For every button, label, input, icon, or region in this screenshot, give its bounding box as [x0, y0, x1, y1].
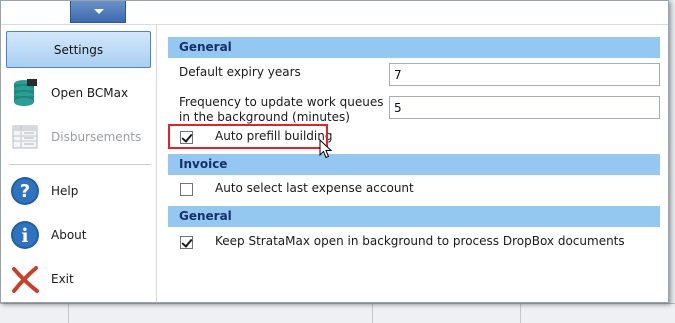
auto-select-expense-account-checkbox[interactable]	[180, 182, 193, 196]
svg-text:?: ?	[20, 181, 30, 202]
close-icon	[9, 263, 41, 295]
info-icon: i	[9, 219, 41, 251]
sidebar-item-label: About	[51, 228, 87, 242]
grid-divider	[68, 304, 69, 323]
application-menu-button[interactable]	[70, 1, 126, 23]
sidebar-item-label: Open BCMax	[51, 86, 129, 100]
auto-select-expense-account-row[interactable]: Auto select last expense account	[180, 180, 414, 198]
sidebar-item-label: Exit	[51, 272, 74, 286]
background-window-edge	[668, 0, 675, 323]
update-frequency-input[interactable]	[389, 96, 660, 119]
background-window-grid	[0, 303, 675, 323]
database-icon	[9, 77, 41, 109]
keep-open-background-checkbox[interactable]	[180, 235, 193, 249]
chevron-down-icon	[94, 9, 104, 14]
field-label-default-expiry-years: Default expiry years	[179, 65, 301, 79]
grid-divider	[520, 304, 521, 323]
sidebar-item-settings[interactable]: Settings	[6, 31, 151, 68]
sidebar-item-help[interactable]: ? Help	[9, 173, 149, 209]
settings-content: General Default expiry years Frequency t…	[158, 25, 668, 302]
sidebar-divider	[9, 164, 151, 165]
settings-backstage-popup: Settings Open BCMax Disbursements ? Help…	[0, 0, 669, 303]
grid-divider	[372, 304, 373, 323]
field-label-update-frequency: Frequency to update work queues in the b…	[179, 95, 384, 124]
sidebar-item-exit[interactable]: Exit	[9, 261, 149, 297]
keep-open-background-row[interactable]: Keep StrataMax open in background to pro…	[180, 233, 625, 251]
sidebar-item-about[interactable]: i About	[9, 217, 149, 253]
svg-text:i: i	[21, 225, 28, 247]
default-expiry-years-input[interactable]	[389, 63, 660, 86]
auto-select-expense-account-label: Auto select last expense account	[215, 181, 414, 195]
sidebar-item-open-bcmax[interactable]: Open BCMax	[9, 75, 149, 111]
keep-open-background-label: Keep StrataMax open in background to pro…	[215, 234, 625, 248]
mouse-pointer-icon	[319, 139, 333, 159]
section-header-general-2: General	[168, 206, 660, 227]
section-header-general: General	[168, 37, 660, 58]
sidebar-item-disbursements[interactable]: Disbursements	[9, 119, 149, 155]
sidebar-item-label: Settings	[53, 42, 104, 57]
sidebar-item-label: Disbursements	[51, 130, 142, 144]
sidebar: Settings Open BCMax Disbursements ? Help…	[1, 25, 157, 302]
sidebar-item-label: Help	[51, 184, 79, 198]
table-icon	[9, 121, 41, 153]
section-header-invoice: Invoice	[168, 154, 660, 175]
help-icon: ?	[9, 175, 41, 207]
annotation-highlight-box	[168, 124, 328, 149]
popup-topbar	[1, 1, 668, 25]
